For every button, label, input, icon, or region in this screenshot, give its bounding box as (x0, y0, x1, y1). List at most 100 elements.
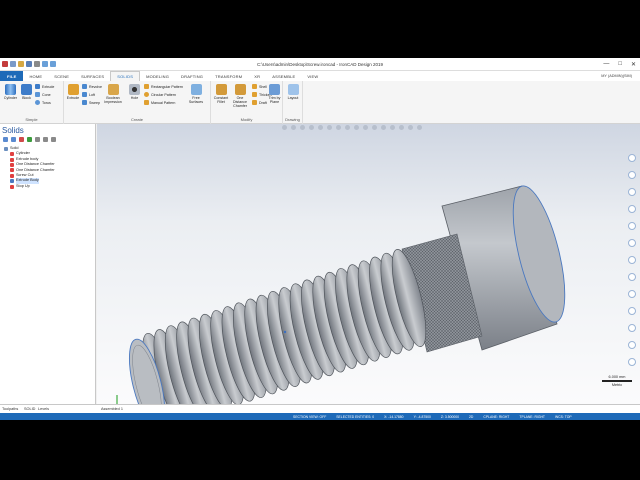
filter-icon[interactable] (35, 137, 40, 142)
feature-icon (10, 184, 14, 189)
nav-cplane-icon[interactable] (628, 324, 636, 332)
tab-solids[interactable]: SOLIDS (110, 71, 141, 81)
collapse-icon[interactable] (11, 137, 16, 142)
rectangular-pattern-button[interactable]: Rectangular Pattern (144, 84, 183, 89)
ribbon: Cylinder Block Extrude Cone Torus Simple… (0, 81, 640, 124)
torus-icon (35, 100, 40, 105)
regen-icon[interactable] (27, 137, 32, 142)
shell-button[interactable]: Shell (252, 84, 267, 89)
tab-assemble[interactable]: ASSEMBLE (266, 71, 301, 81)
nav-front-icon[interactable] (628, 290, 636, 298)
cone-label: Cone (42, 92, 51, 97)
solids-panel: Solids Solid Cylinder Extrude body One Dist… (0, 124, 96, 404)
draft-button[interactable]: Draft (252, 100, 267, 105)
trim-icon (269, 84, 280, 95)
nav-more-icon[interactable] (628, 358, 636, 366)
solid-tab[interactable]: SOLID (24, 407, 35, 411)
toolpaths-tab[interactable]: Toolpaths (2, 407, 18, 411)
close-button[interactable]: ✕ (631, 61, 636, 68)
extrude-large-icon (67, 84, 79, 95)
nav-rotate-icon[interactable] (628, 171, 636, 179)
minimize-button[interactable]: — (603, 61, 609, 68)
layout-button[interactable]: Layout (285, 84, 301, 100)
tab-home[interactable]: HOME (23, 71, 48, 81)
feature-icon (10, 157, 14, 162)
torus-button[interactable]: Torus (35, 100, 51, 105)
sweep-label: Sweep (89, 100, 100, 105)
tab-transform[interactable]: TRANSFORM (209, 71, 248, 81)
status-item[interactable]: CPLANE: RIGHT (478, 415, 514, 419)
document-tab[interactable]: Assembled 1 (101, 407, 123, 411)
extrude-button[interactable]: Extrude (35, 84, 54, 89)
nav-iso-icon[interactable] (628, 256, 636, 264)
window-title: C:\Users\admin\Desktop\Screw.ironcad - I… (256, 62, 384, 67)
maximize-button[interactable]: □ (618, 61, 622, 68)
tree-node[interactable]: Stop Up (4, 184, 55, 189)
nav-view-icon[interactable] (628, 341, 636, 349)
block-button[interactable]: Block (20, 84, 33, 100)
status-item[interactable]: Z: 3.500000 (436, 415, 464, 419)
settings-icon[interactable] (43, 137, 48, 142)
nav-zoom-window-icon[interactable] (628, 222, 636, 230)
cone-button[interactable]: Cone (35, 92, 51, 97)
screw-model[interactable] (97, 124, 640, 404)
panel-title: Solids (2, 126, 24, 135)
tab-file[interactable]: FILE (0, 71, 24, 81)
status-item[interactable]: X: -14.17880 (379, 415, 408, 419)
layout-label: Layout (287, 96, 299, 100)
group-label-modify: Modify (240, 117, 253, 122)
nav-fit-icon[interactable] (628, 239, 636, 247)
group-label-drawing: Drawing (285, 117, 300, 122)
circular-pattern-button[interactable]: Circular Pattern (144, 92, 176, 97)
scale-unit: Metric (611, 383, 623, 387)
help-icon[interactable] (51, 137, 56, 142)
manual-pattern-button[interactable]: Manual Pattern (144, 100, 175, 105)
ribbon-tabs: FILE HOME SCENE SURFACES SOLIDS MODELING DRAFT… (0, 71, 640, 81)
status-item[interactable]: SECTION VIEW: OFF (288, 415, 331, 419)
expand-icon[interactable] (3, 137, 8, 142)
thicken-icon (252, 92, 257, 97)
one-distance-chamfer-button[interactable]: One Distance Chamfer (230, 84, 250, 108)
status-item[interactable]: WCS: TOP (550, 415, 577, 419)
free-surfaces-label: Free Surfaces (188, 96, 204, 104)
status-item[interactable]: TPLANE: RIGHT (514, 415, 550, 419)
nav-pan-icon[interactable] (628, 188, 636, 196)
tab-drafting[interactable]: DRAFTING (175, 71, 209, 81)
tree-node-label: Stop Up (16, 183, 30, 188)
nav-zoom-icon[interactable] (628, 205, 636, 213)
group-simple: Cylinder Block Extrude Cone Torus Simple (0, 81, 64, 124)
loft-button[interactable]: Loft (82, 92, 95, 97)
status-item[interactable]: 2D (464, 415, 478, 419)
status-item[interactable]: Y: -4.87500 (409, 415, 436, 419)
layout-icon (287, 84, 299, 95)
tab-modeling[interactable]: MODELING (140, 71, 175, 81)
status-item[interactable]: SELECTED ENTITIES: 0 (331, 415, 379, 419)
boolean-impression-button[interactable]: Boolean Impression (100, 84, 126, 104)
tab-scene[interactable]: SCENE (48, 71, 75, 81)
group-drawing: Layout Drawing (283, 81, 303, 124)
sweep-button[interactable]: Sweep (82, 100, 100, 105)
constant-fillet-button[interactable]: Constant Fillet (213, 84, 229, 104)
feature-tree: Solid Cylinder Extrude body One Distance Ch… (4, 146, 55, 189)
draft-label: Draft (259, 100, 267, 105)
extrude-large-button[interactable]: Extrude (66, 84, 80, 100)
tab-surfaces[interactable]: SURFACES (75, 71, 110, 81)
scale-line (602, 380, 632, 382)
scale-indicator: 6.000 mm Metric (602, 375, 632, 387)
levels-tab[interactable]: Levels (38, 407, 49, 411)
trim-by-plane-button[interactable]: Trim by Plane (267, 84, 282, 104)
nav-home-icon[interactable] (628, 154, 636, 162)
revolve-button[interactable]: Revolve (82, 84, 102, 89)
hole-button[interactable]: Hole (128, 84, 141, 100)
nav-right-icon[interactable] (628, 307, 636, 315)
graphics-viewport[interactable]: 6.000 mm Metric (97, 124, 640, 404)
free-surfaces-button[interactable]: Free Surfaces (185, 84, 207, 104)
tab-xr[interactable]: XR (248, 71, 266, 81)
nav-top-icon[interactable] (628, 273, 636, 281)
chamfer-icon (234, 84, 246, 95)
tab-view[interactable]: VIEW (301, 71, 324, 81)
cylinder-button[interactable]: Cylinder (2, 84, 19, 100)
delete-icon[interactable] (19, 137, 24, 142)
rect-pattern-icon (144, 84, 149, 89)
title-bar: C:\Users\admin\Desktop\Screw.ironcad - I… (0, 58, 640, 71)
